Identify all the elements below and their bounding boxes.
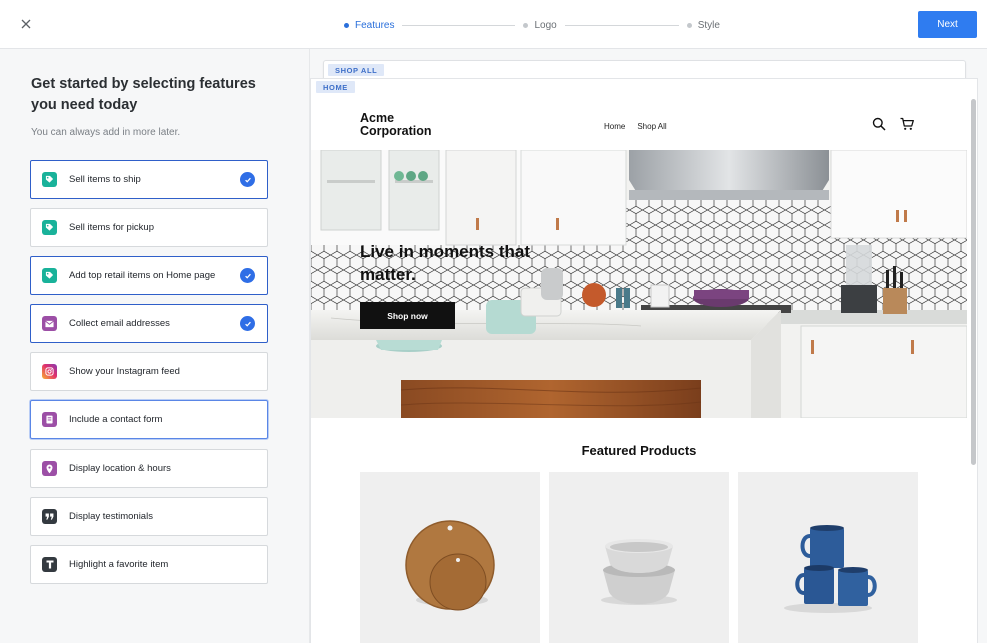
home-page-card: HOME Acme Corporation Home Shop All Live…: [310, 78, 978, 643]
page-tag-home: HOME: [316, 81, 355, 93]
cart-icon[interactable]: [899, 116, 915, 132]
step-dot: [523, 22, 529, 28]
feature-sell-items-for-pickup[interactable]: Sell items for pickup: [30, 208, 268, 247]
tag-icon: [42, 268, 57, 283]
form-icon: [42, 412, 57, 427]
hero-title: Live in moments that matter.: [360, 242, 531, 284]
checkmark-icon: [240, 268, 255, 283]
search-icon[interactable]: [871, 116, 887, 132]
product-card-enamel-mugs[interactable]: [738, 472, 918, 643]
site-brand: Acme Corporation: [360, 111, 432, 138]
feature-add-top-retail-items[interactable]: Add top retail items on Home page: [30, 256, 268, 295]
tag-icon: [42, 172, 57, 187]
tag-icon: [42, 220, 57, 235]
step-dot: [686, 22, 692, 28]
feature-label: Sell items for pickup: [69, 222, 155, 233]
feature-panel: Get started by selecting features you ne…: [0, 49, 310, 643]
step-label: Logo: [534, 19, 557, 31]
website-preview: Acme Corporation Home Shop All Live in m…: [311, 97, 967, 643]
step-label: Features: [355, 19, 395, 31]
checkmark-icon: [240, 316, 255, 331]
close-button[interactable]: [16, 14, 36, 34]
feature-label: Show your Instagram feed: [69, 366, 180, 377]
panel-subtitle: You can always add in more later.: [31, 127, 181, 138]
feature-display-testimonials[interactable]: Display testimonials: [30, 497, 268, 536]
feature-include-contact-form[interactable]: Include a contact form: [30, 400, 268, 439]
preview-scrollbar[interactable]: [969, 97, 977, 643]
feature-label: Sell items to ship: [69, 174, 141, 185]
next-button[interactable]: Next: [918, 11, 977, 38]
feature-highlight-favorite-item[interactable]: Highlight a favorite item: [30, 545, 268, 584]
hero-banner: Live in moments that matter. Shop now: [311, 150, 967, 418]
page-tag-shop-all: SHOP ALL: [328, 64, 385, 76]
close-icon: [21, 19, 31, 29]
feature-label: Include a contact form: [69, 414, 163, 425]
cutting-board-image: [405, 520, 495, 611]
step-label: Style: [697, 19, 720, 31]
quote-icon: [42, 509, 57, 524]
step-logo[interactable]: Logo: [523, 19, 557, 31]
feature-label: Add top retail items on Home page: [69, 270, 216, 281]
progress-steps: Features Logo Style: [344, 18, 720, 32]
feature-show-instagram-feed[interactable]: Show your Instagram feed: [30, 352, 268, 391]
feature-collect-email-addresses[interactable]: Collect email addresses: [30, 304, 268, 343]
product-card-bowls[interactable]: [549, 472, 729, 643]
feature-display-location-hours[interactable]: Display location & hours: [30, 449, 268, 488]
feature-sell-items-to-ship[interactable]: Sell items to ship: [30, 160, 268, 199]
instagram-icon: [42, 364, 57, 379]
text-t-icon: [42, 557, 57, 572]
site-preview-area: SHOP ALL HOME Acme Corporation Home Shop…: [310, 49, 987, 643]
nav-link-shop-all[interactable]: Shop All: [637, 122, 666, 131]
site-nav: Home Shop All: [604, 122, 667, 131]
nav-link-home[interactable]: Home: [604, 122, 625, 131]
ceramic-bowls-image: [601, 539, 677, 605]
step-style[interactable]: Style: [686, 19, 720, 31]
feature-label: Display location & hours: [69, 463, 171, 474]
scrollbar-thumb[interactable]: [971, 99, 976, 465]
step-features[interactable]: Features: [344, 20, 394, 31]
enamel-mugs-image: [784, 525, 877, 613]
location-pin-icon: [42, 461, 57, 476]
product-card-cutting-boards[interactable]: [360, 472, 540, 643]
feature-label: Collect email addresses: [69, 318, 170, 329]
step-connector: [564, 24, 679, 26]
featured-products-title: Featured Products: [581, 443, 697, 458]
shop-now-button[interactable]: Shop now: [360, 302, 455, 329]
top-bar: Features Logo Style Next: [0, 0, 987, 49]
panel-heading: Get started by selecting features you ne…: [31, 76, 256, 113]
step-connector: [402, 24, 516, 26]
feature-label: Highlight a favorite item: [69, 559, 169, 570]
feature-label: Display testimonials: [69, 511, 153, 522]
step-dot: [344, 22, 349, 28]
checkmark-icon: [240, 172, 255, 187]
envelope-icon: [42, 316, 57, 331]
